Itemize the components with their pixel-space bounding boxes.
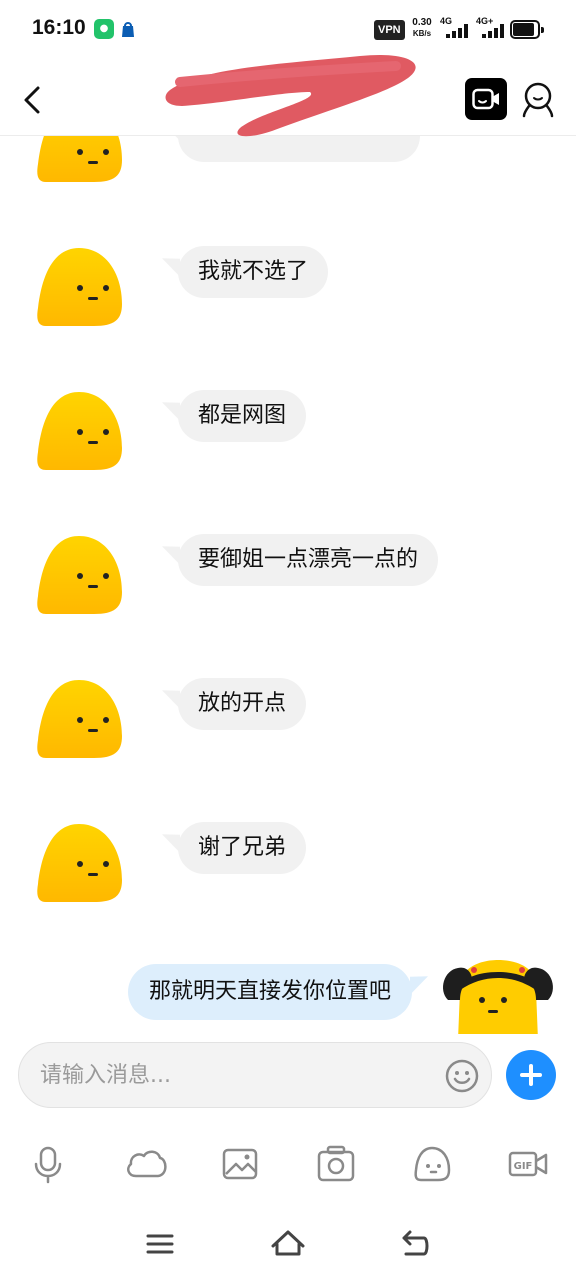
emoji-icon[interactable]: [445, 1059, 479, 1093]
network-speed: 0.30 KB/s: [407, 17, 437, 39]
message-input-placeholder: 请输入消息...: [40, 1063, 171, 1088]
camera-icon[interactable]: [316, 1144, 356, 1184]
svg-text:GIF: GIF: [514, 1161, 533, 1172]
message-bubble[interactable]: 我就不选了: [178, 246, 329, 298]
video-call-icon: [472, 88, 499, 110]
redacted-contact-name: [165, 54, 416, 137]
contact-avatar[interactable]: [34, 820, 124, 904]
wechat-notification-icon: ●: [94, 19, 114, 39]
cloud-icon[interactable]: [124, 1144, 168, 1184]
contact-avatar[interactable]: [34, 676, 124, 760]
message-bubble[interactable]: 要御姐一点漂亮一点的: [178, 534, 439, 586]
signal-strength-2: 4G+: [476, 16, 508, 42]
message-bubble[interactable]: 谢了兄弟: [178, 822, 307, 874]
menu-icon[interactable]: [140, 1222, 180, 1266]
status-time: 16:10: [32, 16, 86, 39]
signal-bars-icon: [446, 24, 470, 38]
contact-avatar[interactable]: [34, 136, 124, 184]
profile-icon[interactable]: [518, 78, 558, 120]
message-bubble-outgoing[interactable]: 那就明天直接发你位置吧: [127, 964, 412, 1020]
chat-message-list[interactable]: 我就不选了 都是网图 要御姐一点漂亮一点的 放的开点 谢了兄弟 那就明天直接发你…: [0, 136, 576, 1034]
contact-avatar[interactable]: [34, 388, 124, 472]
image-icon[interactable]: [220, 1144, 260, 1184]
home-icon[interactable]: [268, 1222, 308, 1266]
microphone-icon[interactable]: [28, 1144, 68, 1184]
add-button[interactable]: [506, 1050, 556, 1100]
back-nav-icon[interactable]: [396, 1222, 436, 1266]
battery-icon: [510, 20, 544, 39]
gif-icon[interactable]: GIF: [508, 1144, 548, 1184]
speed-value: 0.30: [412, 17, 432, 28]
sticker-icon[interactable]: [412, 1144, 452, 1184]
my-avatar[interactable]: [438, 960, 558, 1034]
system-navigation-bar: [0, 1222, 576, 1270]
back-arrow-icon[interactable]: [14, 82, 50, 118]
contact-avatar[interactable]: [34, 244, 124, 328]
contact-avatar[interactable]: [34, 532, 124, 616]
speed-unit: KB/s: [412, 29, 432, 38]
message-bubble[interactable]: 放的开点: [178, 678, 307, 730]
message-bubble[interactable]: 都是网图: [178, 390, 307, 442]
vpn-badge: VPN: [374, 20, 405, 40]
chat-header: [0, 54, 576, 137]
app-notification-icon: [122, 22, 134, 37]
signal-bars-icon: [482, 24, 506, 38]
signal-strength-1: 4G: [440, 16, 472, 42]
message-input[interactable]: 请输入消息...: [18, 1042, 492, 1108]
video-call-button[interactable]: [465, 78, 507, 120]
